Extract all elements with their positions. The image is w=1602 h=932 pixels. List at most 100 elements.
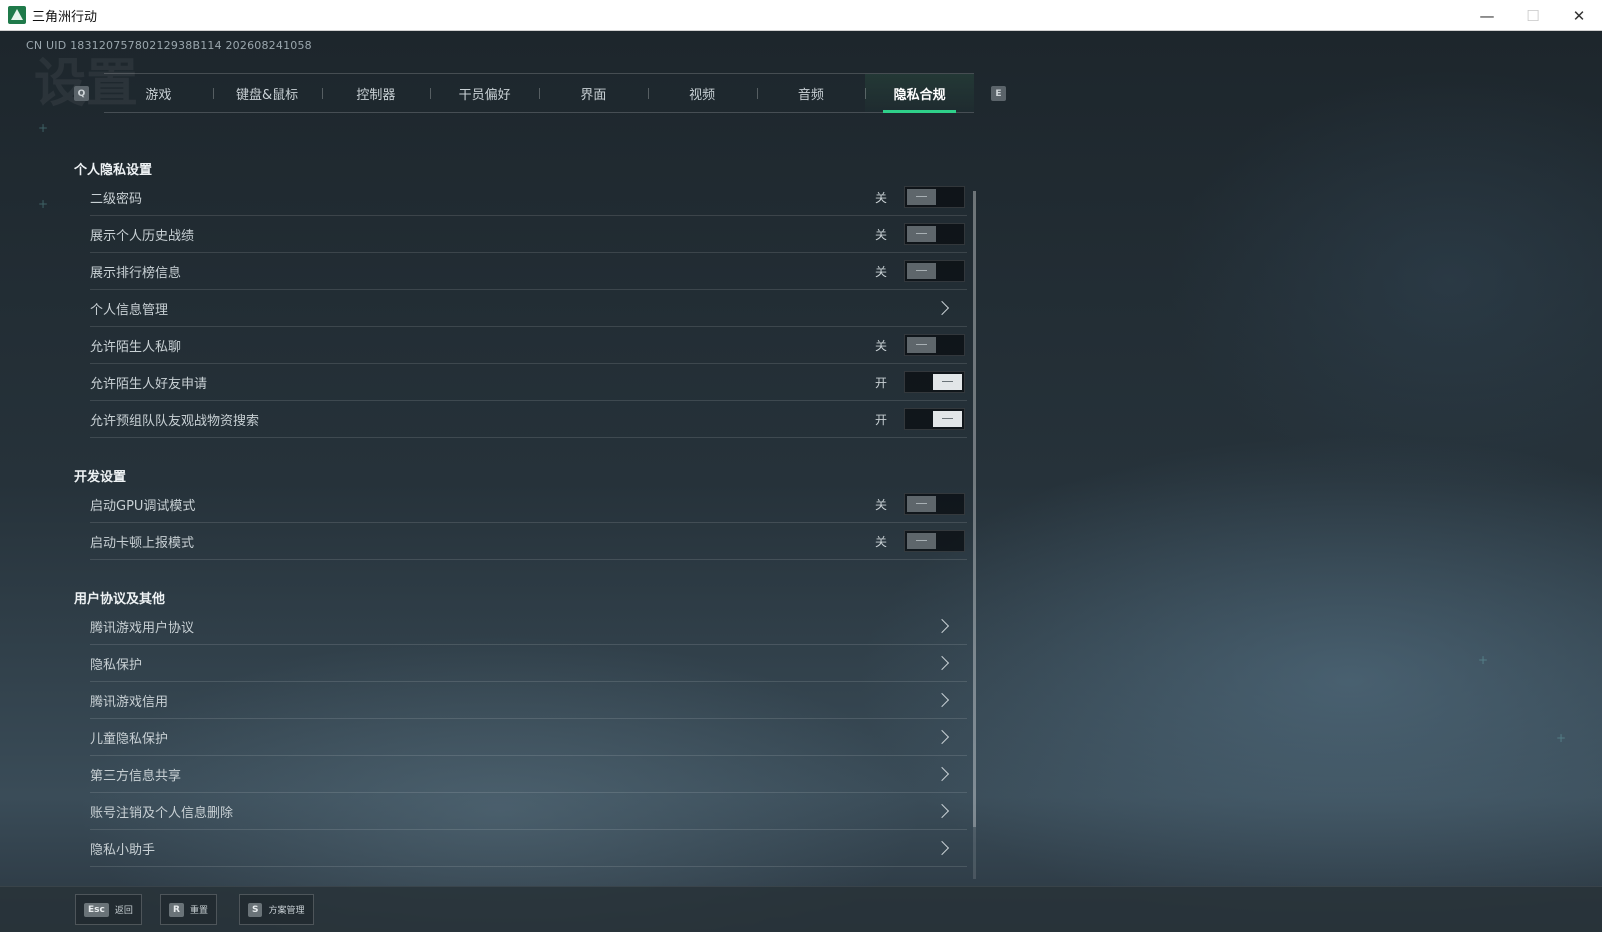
toggle-knob: [933, 411, 962, 427]
settings-row[interactable]: 隐私小助手: [90, 830, 967, 867]
toggle-knob: [907, 496, 936, 512]
chevron-right-icon: [937, 692, 949, 708]
toggle-switch[interactable]: [904, 493, 965, 515]
toggle-state-label: 关: [874, 338, 887, 353]
toggle-state-label: 开: [874, 412, 887, 427]
settings-tabs: 游戏 键盘&鼠标 控制器 干员偏好 界面 视频 音频 隐私合规: [104, 73, 974, 113]
toggle-state-label: 关: [874, 497, 887, 512]
reset-button[interactable]: R 重置: [160, 894, 217, 925]
toggle-switch[interactable]: [904, 260, 965, 282]
game-viewport: 设置 CN UID 18312075780212938B114 20260824…: [0, 31, 1602, 932]
toggle-switch[interactable]: [904, 408, 965, 430]
toggle-switch[interactable]: [904, 530, 965, 552]
settings-row[interactable]: 允许预组队队友观战物资搜索 开: [90, 401, 967, 438]
privacy-list: 二级密码关展示个人历史战绩关展示排行榜信息关个人信息管理 允许陌生人私聊关允许陌生…: [74, 179, 968, 438]
row-label: 启动卡顿上报模式: [90, 535, 195, 551]
hud-crosshair-mark: +: [38, 197, 49, 211]
window-titlebar: 三角洲行动 — ☐ ✕: [0, 0, 1602, 31]
hud-crosshair-mark: +: [1478, 653, 1489, 667]
toggle-knob: [907, 226, 936, 242]
settings-row[interactable]: 允许陌生人私聊 关: [90, 327, 967, 364]
scrollbar-track[interactable]: [973, 827, 976, 879]
hud-crosshair-mark: +: [38, 121, 49, 135]
minimize-button[interactable]: —: [1464, 0, 1510, 31]
settings-row[interactable]: 允许陌生人好友申请 开: [90, 364, 967, 401]
toggle-state-label: 关: [874, 264, 887, 279]
tab-4[interactable]: 界面: [539, 74, 648, 112]
row-label: 允许预组队队友观战物资搜索: [90, 413, 260, 429]
row-label: 个人信息管理: [90, 302, 169, 318]
hud-crosshair-mark: +: [1556, 731, 1567, 745]
maximize-button[interactable]: ☐: [1510, 0, 1556, 31]
reset-label: 重置: [189, 906, 208, 916]
section-title-privacy: 个人隐私设置: [74, 163, 153, 178]
toggle-switch[interactable]: [904, 186, 965, 208]
tab-5[interactable]: 视频: [647, 74, 757, 112]
settings-row[interactable]: 二级密码 关: [90, 179, 967, 216]
next-tab-key-hint[interactable]: E: [991, 86, 1006, 101]
r-key-icon: R: [169, 902, 184, 917]
window-controls: — ☐ ✕: [1464, 0, 1602, 31]
chevron-right-icon: [937, 618, 949, 634]
back-button[interactable]: Esc 返回: [75, 894, 142, 925]
row-label: 展示个人历史战绩: [90, 228, 195, 244]
toggle-switch[interactable]: [904, 223, 965, 245]
scheme-manage-button[interactable]: S 方案管理: [239, 894, 314, 925]
agreements-list: 腾讯游戏用户协议隐私保护腾讯游戏信用 儿童隐私保护第三方信息共享账号注销及个人信息…: [74, 608, 968, 867]
toggle-knob: [907, 189, 936, 205]
row-label: 腾讯游戏信用: [90, 694, 169, 710]
row-label: 账号注销及个人信息删除: [90, 805, 234, 821]
settings-row[interactable]: 启动GPU调试模式 关: [90, 486, 967, 523]
row-label: 腾讯游戏用户协议: [90, 620, 195, 636]
close-button[interactable]: ✕: [1556, 0, 1602, 31]
toggle-knob: [907, 263, 936, 279]
chevron-right-icon: [937, 766, 949, 782]
window-title: 三角洲行动: [32, 9, 98, 25]
tab-3[interactable]: 干员偏好: [430, 74, 539, 112]
tab-2[interactable]: 控制器: [321, 74, 431, 112]
toggle-state-label: 关: [874, 190, 887, 205]
toggle-state-label: 关: [874, 227, 887, 242]
toggle-knob: [907, 337, 936, 353]
toggle-state-label: 关: [874, 534, 887, 549]
settings-row[interactable]: 展示排行榜信息 关: [90, 253, 967, 290]
toggle-switch[interactable]: [904, 334, 965, 356]
settings-row[interactable]: 腾讯游戏信用: [90, 682, 967, 719]
settings-row[interactable]: 账号注销及个人信息删除: [90, 793, 967, 830]
chevron-right-icon: [937, 729, 949, 745]
settings-row[interactable]: 腾讯游戏用户协议: [90, 608, 967, 645]
tab-1[interactable]: 键盘&鼠标: [212, 74, 322, 112]
settings-row[interactable]: 第三方信息共享: [90, 756, 967, 793]
toggle-switch[interactable]: [904, 371, 965, 393]
scrollbar-thumb[interactable]: [973, 191, 976, 827]
prev-tab-key-hint[interactable]: Q: [74, 86, 89, 101]
settings-panel: 个人隐私设置 二级密码关展示个人历史战绩关展示排行榜信息关个人信息管理 允许陌生人…: [74, 157, 968, 877]
row-label: 允许陌生人好友申请: [90, 376, 208, 392]
toggle-state-label: 开: [874, 375, 887, 390]
tab-7[interactable]: 隐私合规: [865, 74, 974, 113]
settings-row[interactable]: 展示个人历史战绩 关: [90, 216, 967, 253]
uid-label: CN UID 18312075780212938B114 20260824105…: [26, 39, 312, 52]
dev-list: 启动GPU调试模式关启动卡顿上报模式关: [74, 486, 968, 560]
bottom-bar: Esc 返回 R 重置 S 方案管理: [0, 886, 1602, 932]
section-title-agreements: 用户协议及其他: [74, 592, 166, 607]
app-logo-icon: [8, 6, 26, 24]
row-label: 允许陌生人私聊: [90, 339, 182, 355]
esc-key-icon: Esc: [84, 902, 109, 917]
settings-row[interactable]: 儿童隐私保护: [90, 719, 967, 756]
settings-row[interactable]: 个人信息管理: [90, 290, 967, 327]
back-label: 返回: [114, 906, 133, 916]
chevron-right-icon: [937, 655, 949, 671]
chevron-right-icon: [937, 300, 949, 316]
settings-row[interactable]: 隐私保护: [90, 645, 967, 682]
settings-row[interactable]: 启动卡顿上报模式 关: [90, 523, 967, 560]
toggle-knob: [907, 533, 936, 549]
section-title-dev: 开发设置: [74, 470, 127, 485]
tab-6[interactable]: 音频: [756, 74, 866, 112]
scheme-manage-label: 方案管理: [268, 906, 305, 916]
row-label: 儿童隐私保护: [90, 731, 169, 747]
row-label: 展示排行榜信息: [90, 265, 182, 281]
toggle-knob: [933, 374, 962, 390]
row-label: 启动GPU调试模式: [90, 498, 196, 514]
tab-0[interactable]: 游戏: [104, 74, 213, 112]
